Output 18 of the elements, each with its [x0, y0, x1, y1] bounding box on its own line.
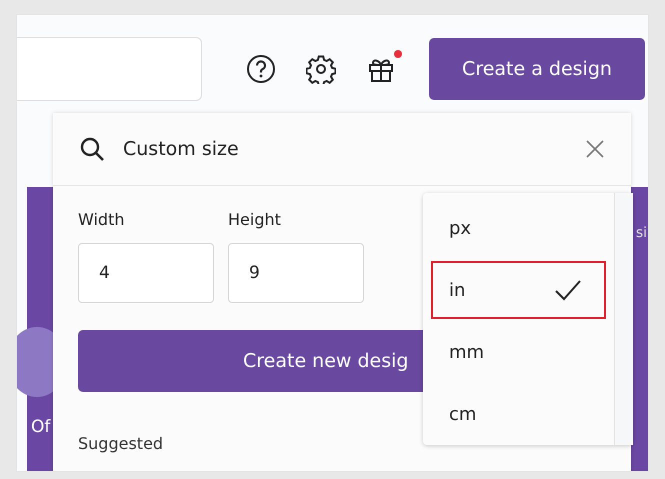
- height-field[interactable]: 9: [228, 243, 364, 303]
- unit-option[interactable]: px: [431, 199, 606, 257]
- category-label: Of: [31, 417, 50, 437]
- close-icon[interactable]: [585, 139, 605, 159]
- create-design-button[interactable]: Create a design: [429, 38, 645, 100]
- settings-icon[interactable]: [306, 54, 336, 84]
- checkmark-icon: [554, 279, 582, 301]
- section-heading: Suggested: [78, 434, 164, 453]
- help-icon[interactable]: [246, 54, 276, 84]
- height-label: Height: [228, 210, 282, 229]
- search-field[interactable]: [17, 37, 202, 101]
- search-text[interactable]: Custom size: [123, 138, 239, 160]
- scrollbar[interactable]: [614, 193, 633, 445]
- unit-option[interactable]: in: [431, 261, 606, 319]
- category-label: si: [636, 225, 647, 241]
- width-label: Width: [78, 210, 126, 229]
- width-field[interactable]: 4: [78, 243, 214, 303]
- search-icon: [79, 136, 105, 162]
